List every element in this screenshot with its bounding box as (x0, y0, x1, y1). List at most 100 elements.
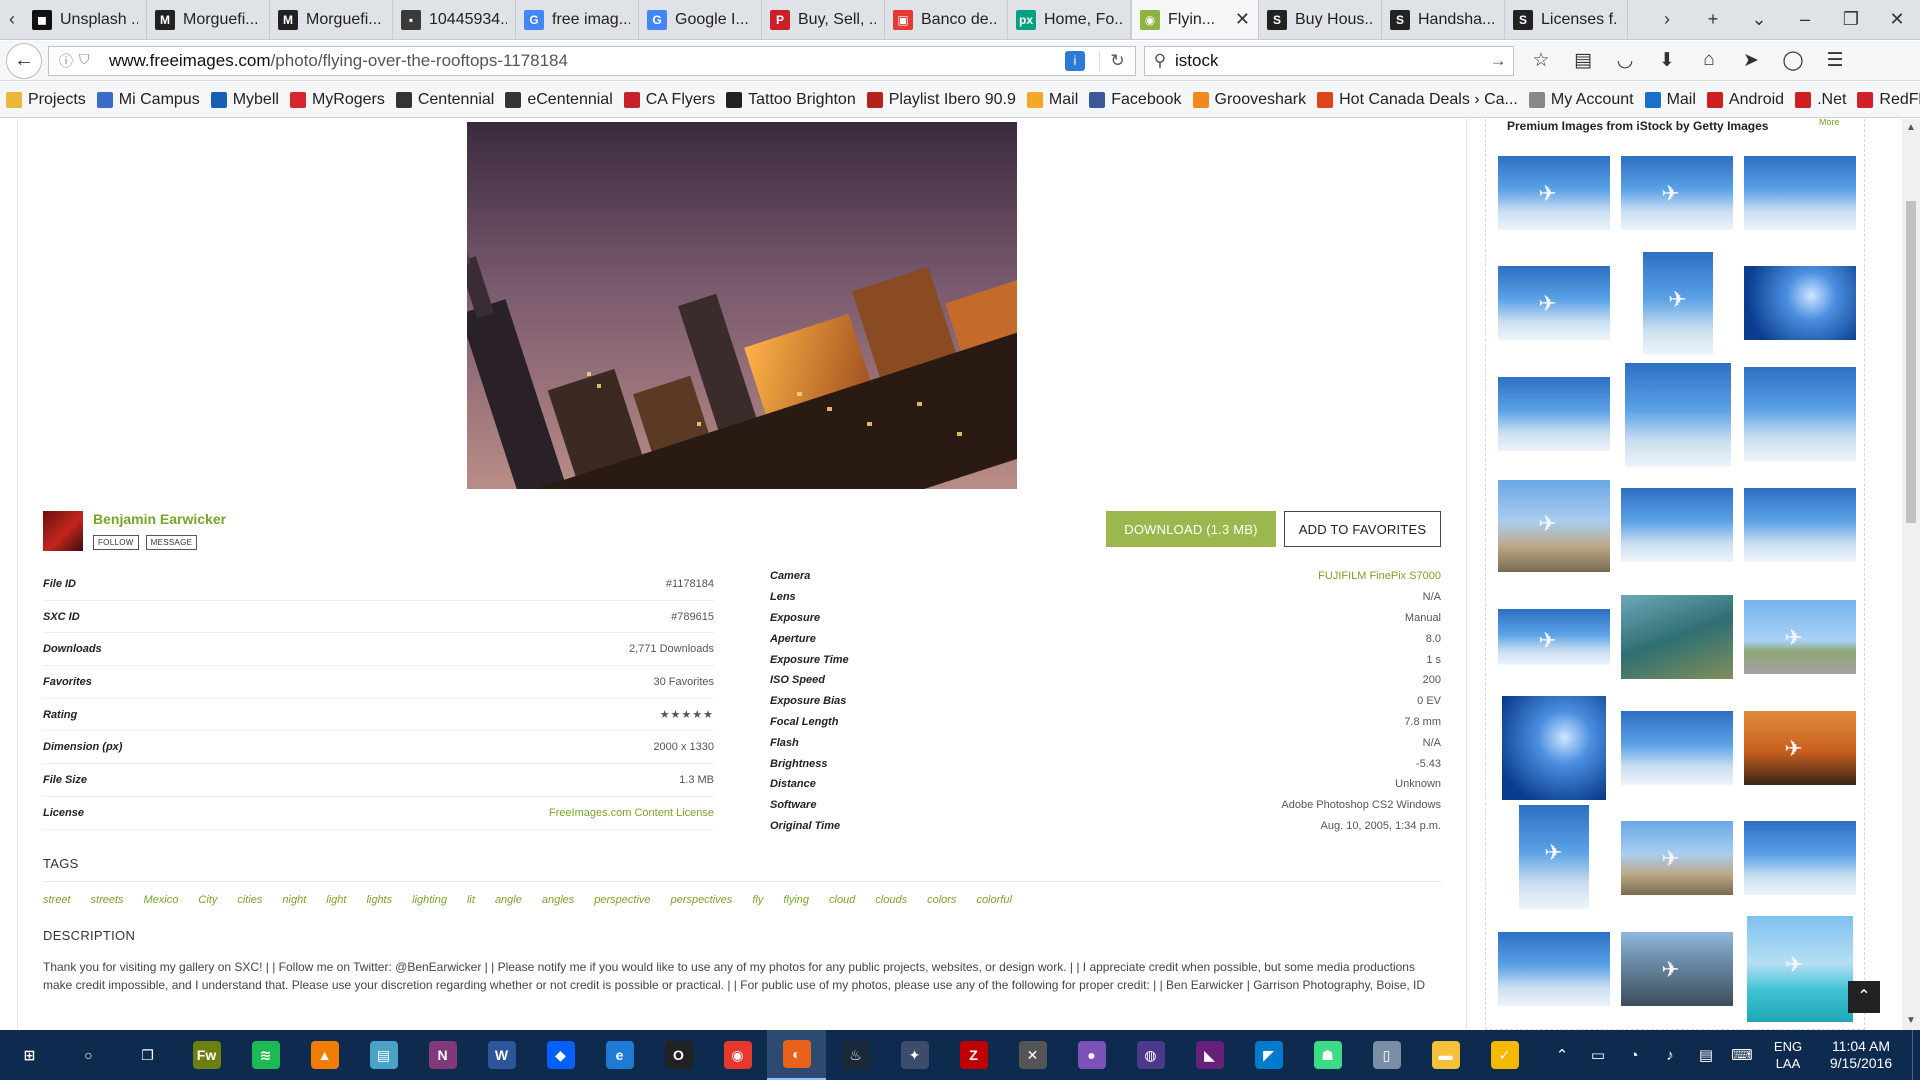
browser-tab[interactable]: ◉ Flyin... ✕ (1131, 0, 1259, 39)
menu-icon[interactable]: ☰ (1814, 49, 1856, 72)
info-value[interactable]: FUJIFILM FinePix S7000 (1318, 570, 1441, 582)
taskbar-app[interactable]: ▬ (1416, 1030, 1475, 1080)
bookmark-item[interactable]: Mail (1026, 91, 1078, 109)
avatar[interactable] (43, 511, 83, 551)
download-button[interactable]: DOWNLOAD (1.3 MB) (1106, 511, 1276, 547)
bookmark-item[interactable]: My Account (1528, 91, 1634, 109)
browser-tab[interactable]: S Handsha... (1382, 0, 1505, 39)
taskbar-app[interactable]: ▲ (295, 1030, 354, 1080)
info-icon[interactable]: ⓘ (59, 51, 73, 71)
add-to-favorites-button[interactable]: ADD TO FAVORITES (1284, 511, 1441, 547)
search-bar[interactable]: ⚲ istock → (1144, 45, 1514, 76)
chevron-up-icon[interactable]: ⌃ (1544, 1046, 1580, 1064)
home-icon[interactable]: ⌂ (1688, 49, 1730, 72)
taskbar-app[interactable]: ♨ (826, 1030, 885, 1080)
istock-thumbnail[interactable] (1498, 480, 1610, 572)
istock-thumbnail[interactable] (1621, 488, 1733, 562)
url-text[interactable]: www.freeimages.com/photo/flying-over-the… (109, 51, 1065, 71)
istock-thumbnail[interactable] (1744, 367, 1856, 461)
istock-thumbnail[interactable] (1744, 821, 1856, 895)
bookmark-item[interactable]: .Net (1795, 91, 1846, 109)
bookmark-item[interactable]: Grooveshark (1192, 91, 1306, 109)
tag-link[interactable]: colorful (976, 894, 1011, 906)
browser-tab[interactable]: S Buy Hous... (1259, 0, 1382, 39)
notifications-icon[interactable]: ▤ (1688, 1046, 1724, 1064)
istock-thumbnail[interactable] (1498, 932, 1610, 1006)
istock-thumbnail[interactable] (1621, 932, 1733, 1006)
istock-thumbnail[interactable] (1625, 363, 1731, 467)
bookmark-item[interactable]: Mail (1644, 91, 1696, 109)
istock-thumbnail[interactable] (1498, 266, 1610, 340)
taskbar-app[interactable]: ◣ (1180, 1030, 1239, 1080)
tag-link[interactable]: flying (783, 894, 809, 906)
browser-tab[interactable]: ▣ Banco de... (885, 0, 1008, 39)
bookmark-item[interactable]: MyRogers (289, 91, 385, 109)
follow-button[interactable]: FOLLOW (93, 535, 139, 550)
taskbar-app[interactable]: ❐ (118, 1030, 177, 1080)
scrollbar-thumb[interactable] (1906, 201, 1916, 523)
message-button[interactable]: MESSAGE (145, 535, 198, 550)
taskbar-app[interactable]: ○ (59, 1030, 118, 1080)
taskbar-app[interactable]: ✕ (1003, 1030, 1062, 1080)
scroll-up-icon[interactable]: ▲ (1902, 119, 1920, 137)
clock[interactable]: 11:04 AM 9/15/2016 (1816, 1038, 1906, 1072)
back-button[interactable]: ← (6, 42, 42, 79)
minimize-icon[interactable]: – (1782, 9, 1828, 30)
browser-tab[interactable]: S Licenses f... (1505, 0, 1628, 39)
taskbar-app[interactable]: ✓ (1475, 1030, 1534, 1080)
istock-thumbnail[interactable] (1744, 600, 1856, 674)
browser-tab[interactable]: px Home, Fo... (1008, 0, 1131, 39)
address-bar[interactable]: ⓘ ⛉ www.freeimages.com/photo/flying-over… (48, 45, 1136, 76)
tag-link[interactable]: lit (467, 894, 475, 906)
tag-link[interactable]: City (198, 894, 217, 906)
istock-thumbnail[interactable] (1744, 266, 1856, 340)
taskbar-app[interactable]: Z (944, 1030, 1003, 1080)
istock-thumbnail[interactable] (1502, 696, 1606, 800)
bookmark-star-icon[interactable]: ☆ (1520, 49, 1562, 72)
bookmark-item[interactable]: CA Flyers (623, 91, 715, 109)
photo-preview[interactable] (467, 122, 1017, 489)
taskbar-app[interactable]: ◍ (1121, 1030, 1180, 1080)
istock-thumbnail[interactable] (1747, 916, 1853, 1022)
taskbar-app[interactable]: W (472, 1030, 531, 1080)
istock-thumbnail[interactable] (1519, 805, 1589, 909)
tag-link[interactable]: cities (237, 894, 262, 906)
tab-scroll-left-icon[interactable]: ‹ (0, 0, 24, 39)
istock-thumbnail[interactable] (1621, 821, 1733, 895)
bookmark-item[interactable]: Playlist Ibero 90.9 (866, 91, 1016, 109)
browser-tab[interactable]: Gfree imag... (516, 0, 639, 39)
tag-link[interactable]: lighting (412, 894, 447, 906)
search-input[interactable]: istock (1175, 51, 1483, 71)
browser-tab[interactable]: P Buy, Sell, ... (762, 0, 885, 39)
battery-icon[interactable]: ▭ (1580, 1046, 1616, 1064)
taskbar-app[interactable]: O (649, 1030, 708, 1080)
istock-more-link[interactable]: More (1819, 119, 1840, 127)
wifi-icon[interactable]: ◔ (1616, 1047, 1652, 1064)
browser-tab[interactable]: M Morguefi... (270, 0, 393, 39)
bookmark-item[interactable]: Centennial (395, 91, 494, 109)
istock-thumbnail[interactable] (1498, 156, 1610, 230)
download-icon[interactable]: ⬇ (1646, 49, 1688, 72)
author-name-link[interactable]: Benjamin Earwicker (93, 511, 226, 527)
taskbar-app[interactable]: ◤ (1239, 1030, 1298, 1080)
pocket-icon[interactable]: ◡ (1604, 49, 1646, 72)
istock-thumbnail[interactable] (1744, 711, 1856, 785)
back-to-top-button[interactable]: ⌃ (1848, 981, 1880, 1013)
taskbar-app[interactable]: ◉ (708, 1030, 767, 1080)
page-scrollbar[interactable]: ▲ ▼ (1902, 119, 1920, 1030)
new-tab-icon[interactable]: + (1690, 9, 1736, 30)
extension-icon[interactable]: i (1065, 50, 1085, 71)
bookmark-item[interactable]: Tattoo Brighton (726, 91, 856, 109)
info-value[interactable]: FreeImages.com Content License (549, 807, 714, 819)
bookmark-item[interactable]: Facebook (1089, 91, 1182, 109)
reading-list-icon[interactable]: ▤ (1562, 49, 1604, 72)
tag-link[interactable]: clouds (875, 894, 907, 906)
taskbar-app[interactable]: ◐ (767, 1030, 826, 1080)
restore-icon[interactable]: ❐ (1828, 9, 1874, 30)
keyboard-icon[interactable]: ⌨ (1724, 1046, 1760, 1064)
tag-link[interactable]: colors (927, 894, 956, 906)
tag-link[interactable]: angles (542, 894, 574, 906)
volume-icon[interactable]: ♪ (1652, 1047, 1688, 1064)
tag-link[interactable]: streets (91, 894, 124, 906)
tag-link[interactable]: light (326, 894, 346, 906)
